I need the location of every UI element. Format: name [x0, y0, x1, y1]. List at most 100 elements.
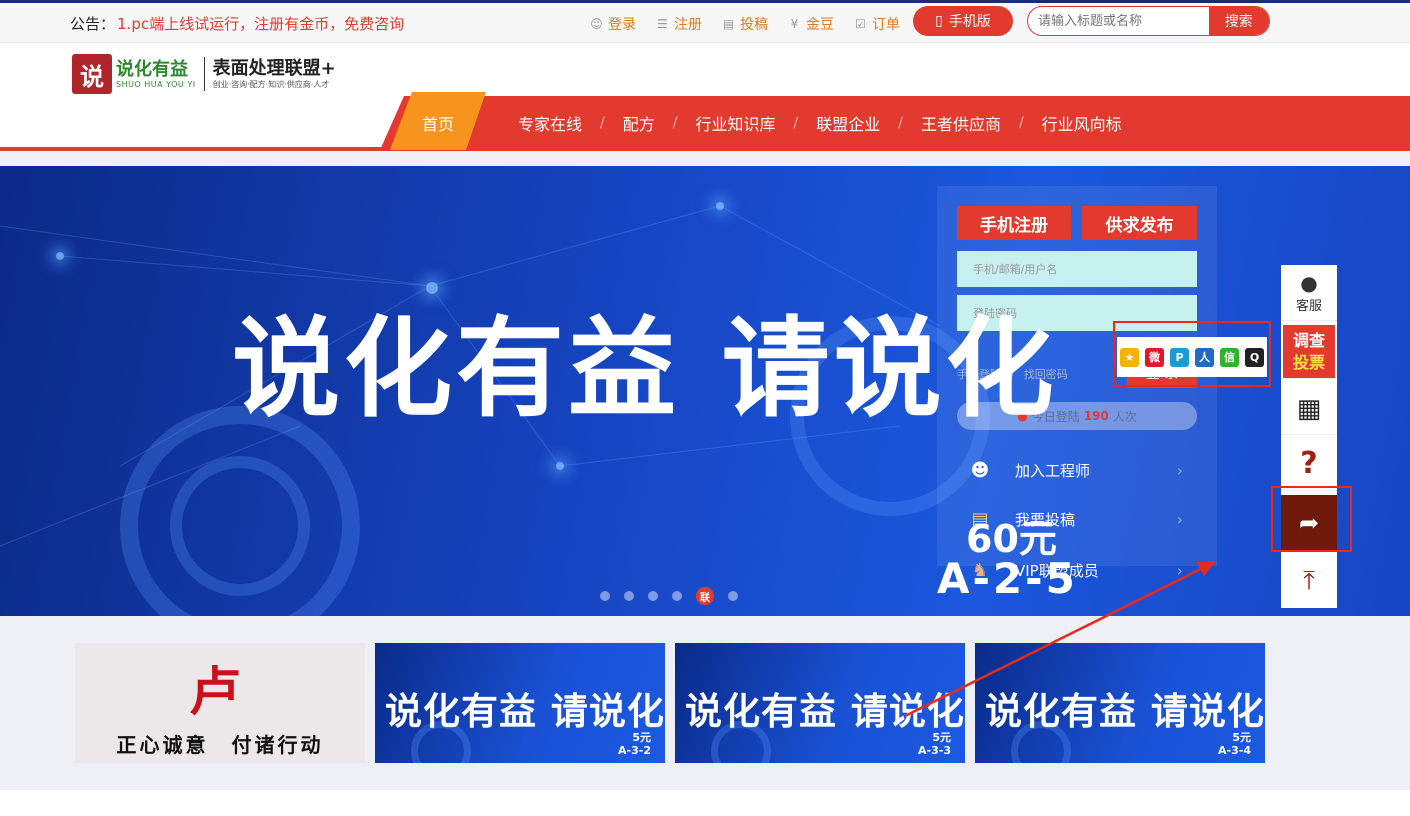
- gold-bean-link-label: 金豆: [806, 17, 834, 33]
- ad-card-price-value: 5元: [932, 731, 951, 744]
- question-mark-icon: ?: [1300, 446, 1318, 481]
- survey-label: 调查: [1292, 330, 1325, 350]
- announcement: 公告： 1.pc端上线试运行，注册有金币，免费咨询: [70, 13, 404, 34]
- ad-card-price-value: 5元: [632, 731, 651, 744]
- back-to-top-button[interactable]: ⤒: [1281, 555, 1337, 607]
- survey-vote-button[interactable]: 调查 投票: [1283, 325, 1335, 379]
- arrow-up-icon: ⤒: [1303, 565, 1315, 596]
- ad-card-code: A-3-3: [918, 744, 951, 757]
- slider-dot-active[interactable]: 联: [696, 587, 714, 605]
- top-links: ☺ 登录 ☰ 注册 ▤ 投稿 ¥ 金豆 ☑ 订单: [590, 14, 900, 34]
- customer-service-button[interactable]: ● 客服: [1281, 265, 1337, 321]
- ad-card-title: 说化有益 请说化: [685, 690, 965, 733]
- orders-link-label: 订单: [872, 17, 900, 33]
- help-button[interactable]: ?: [1281, 437, 1337, 491]
- nav-formula[interactable]: 配方: [605, 111, 673, 135]
- hero-banner[interactable]: 手机注册 供求发布 手机/邮箱/用户名 登陆密码 手机登陆 / 找回密码 登 录…: [0, 166, 1410, 616]
- qr-code-button[interactable]: ▦: [1281, 383, 1337, 435]
- username-field[interactable]: 手机/邮箱/用户名: [957, 251, 1197, 287]
- nav-alliance-companies[interactable]: 联盟企业: [798, 111, 898, 135]
- qq-penguin-icon: ●: [1300, 271, 1318, 295]
- mobile-version-button[interactable]: ▯ 手机版: [913, 6, 1013, 36]
- slider-dot[interactable]: [600, 591, 610, 601]
- orders-link[interactable]: ☑ 订单: [854, 14, 900, 34]
- annotation-box-share-icons: [1113, 321, 1271, 387]
- announcement-label: 公告：: [70, 15, 116, 33]
- banner-light-dot: [716, 202, 724, 210]
- nav-industry-trends[interactable]: 行业风向标: [1024, 111, 1140, 135]
- logo-name: 说化有益 SHUO HUA YOU YI: [116, 58, 196, 89]
- nav-knowledge-base[interactable]: 行业知识库: [677, 111, 793, 135]
- banner-slider-dots: 联: [600, 587, 738, 605]
- ad-card-code: A-3-2: [618, 744, 651, 757]
- banner-light-dot: [556, 462, 564, 470]
- slider-dot[interactable]: [672, 591, 682, 601]
- ad-card-title: 说化有益 请说化: [385, 690, 665, 733]
- mobile-version-label: 手机版: [948, 14, 991, 30]
- gold-bean-link[interactable]: ¥ 金豆: [788, 14, 834, 34]
- ad-card-price: 5元 A-3-2: [618, 731, 651, 757]
- header-spacer: [0, 151, 1410, 166]
- submit-link[interactable]: ▤ 投稿: [722, 14, 768, 34]
- engineer-icon: ☻: [970, 459, 990, 481]
- join-engineer-label: 加入工程师: [1015, 461, 1091, 480]
- ad-card-price: 5元 A-3-3: [918, 731, 951, 757]
- login-count-suffix: 人次: [1112, 409, 1137, 424]
- logo-divider: [203, 57, 205, 91]
- logo-name-pinyin: SHUO HUA YOU YI: [116, 79, 196, 89]
- login-link[interactable]: ☺ 登录: [590, 14, 636, 34]
- banner-light-dot: [56, 252, 64, 260]
- ad-code: A-2-5: [937, 554, 1078, 603]
- list-icon: ☰: [657, 16, 668, 31]
- right-float-toolbar: ● 客服 调查 投票 ▦ ? ➦ ⤒: [1281, 265, 1337, 608]
- register-link[interactable]: ☰ 注册: [656, 14, 702, 34]
- register-link-label: 注册: [674, 17, 702, 33]
- site-logo[interactable]: 说 说化有益 SHUO HUA YOU YI 表面处理联盟+ 创业·咨询·配方·…: [72, 54, 336, 94]
- logo-tagline: 表面处理联盟+ 创业·咨询·配方·知识·供应商·人才: [212, 57, 336, 90]
- banner-ring-left-inner: [170, 456, 310, 596]
- nav-expert-online[interactable]: 专家在线: [500, 111, 600, 135]
- logo-tagline-main: 表面处理联盟+: [212, 57, 336, 79]
- nav-top-suppliers[interactable]: 王者供应商: [903, 111, 1019, 135]
- nav-items: 专家在线 / 配方 / 行业知识库 / 联盟企业 / 王者供应商 / 行业风向标: [500, 96, 1140, 150]
- slider-dot[interactable]: [648, 591, 658, 601]
- ad-card-price-value: 5元: [1232, 731, 1251, 744]
- ad-card[interactable]: 说化有益 请说化 5元 A-3-2: [375, 643, 665, 763]
- chevron-right-icon: ›: [1176, 560, 1183, 580]
- ad-card[interactable]: 说化有益 请说化 5元 A-3-4: [975, 643, 1265, 763]
- qr-code-icon: ▦: [1296, 393, 1322, 424]
- search-box: 搜索: [1027, 6, 1270, 36]
- chevron-right-icon: ›: [1176, 460, 1183, 480]
- customer-service-label: 客服: [1295, 299, 1322, 314]
- phone-icon: ▯: [935, 13, 943, 29]
- ad-card[interactable]: 说化有益 请说化 5元 A-3-3: [675, 643, 965, 763]
- annotation-box-share-button: [1271, 486, 1352, 552]
- announcement-text[interactable]: 1.pc端上线试运行，注册有金币，免费咨询: [117, 15, 404, 33]
- submit-link-label: 投稿: [740, 17, 768, 33]
- vote-label: 投票: [1292, 352, 1325, 372]
- document-icon: ▤: [722, 16, 735, 31]
- phone-register-button[interactable]: 手机注册: [957, 206, 1071, 240]
- banner-light-dot: [426, 282, 438, 294]
- brand-ad[interactable]: 卢 正心诚意 付诸行动: [75, 643, 365, 763]
- logo-mark: 说: [72, 54, 112, 94]
- banner-title: 说化有益 请说化: [232, 307, 1058, 432]
- search-input[interactable]: [1028, 7, 1209, 35]
- logo-tagline-sub: 创业·咨询·配方·知识·供应商·人才: [212, 79, 330, 89]
- chevron-right-icon: ›: [1176, 509, 1183, 529]
- supply-publish-button[interactable]: 供求发布: [1082, 206, 1197, 240]
- join-engineer-link[interactable]: ☻ 加入工程师 ›: [967, 455, 1187, 485]
- user-icon: ☺: [590, 16, 603, 31]
- slider-dot[interactable]: [624, 591, 634, 601]
- coin-icon: ¥: [790, 16, 799, 31]
- search-button[interactable]: 搜索: [1208, 7, 1269, 35]
- slider-dot[interactable]: [728, 591, 738, 601]
- logo-name-cn: 说化有益: [116, 58, 188, 80]
- brand-slogan: 正心诚意 付诸行动: [116, 733, 324, 757]
- checklist-icon: ☑: [855, 16, 866, 31]
- ad-card-title: 说化有益 请说化: [985, 690, 1265, 733]
- ad-card-price: 5元 A-3-4: [1218, 731, 1251, 757]
- login-link-label: 登录: [608, 17, 636, 33]
- login-count-value: 190: [1083, 409, 1109, 423]
- brand-logo-icon: 卢: [188, 662, 241, 723]
